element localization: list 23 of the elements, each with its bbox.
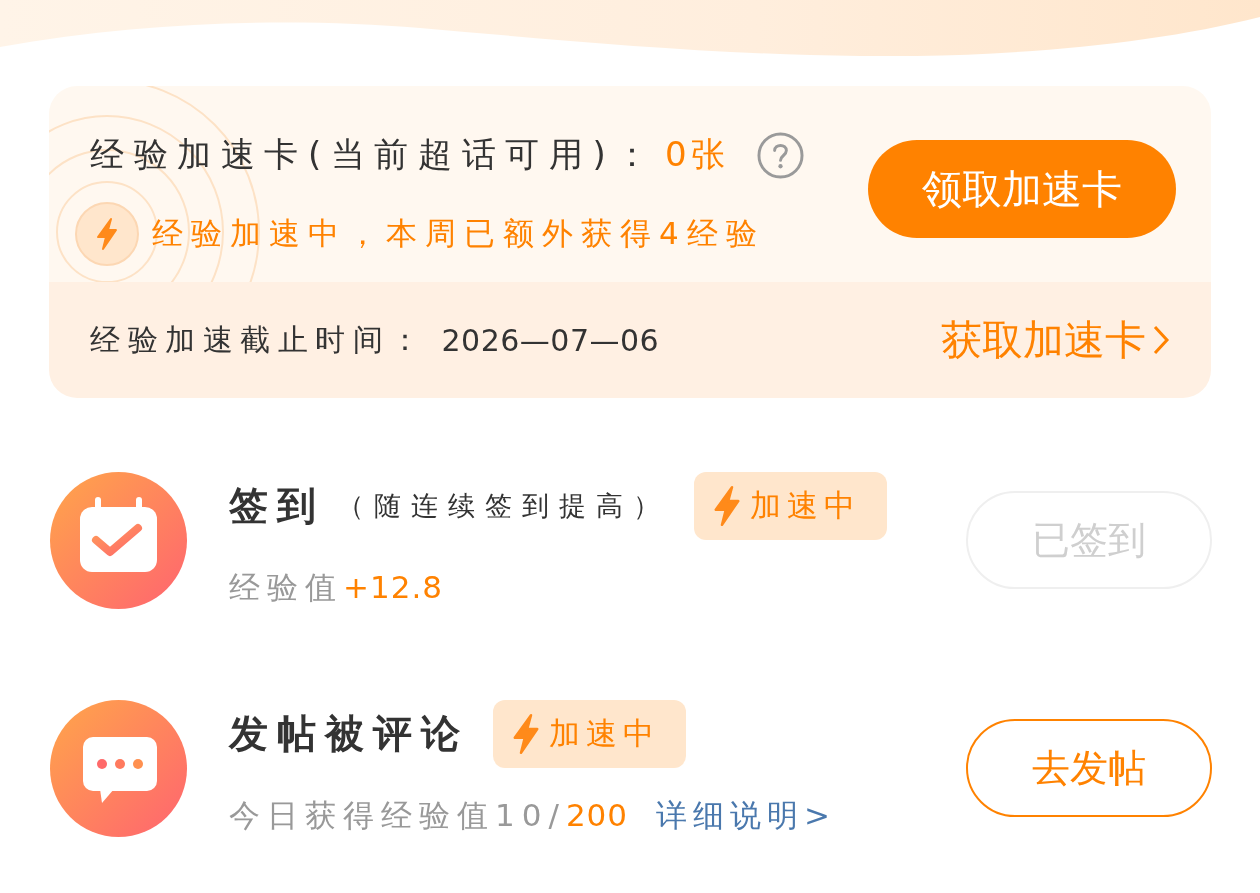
reward-text: 经验值+12.8 xyxy=(229,568,443,607)
task-title: 发帖被评论 xyxy=(229,710,469,758)
chevron-icon xyxy=(1152,324,1170,356)
reward-text: 今日获得经验值10/200 xyxy=(229,796,629,835)
get-card-link[interactable]: 获取加速卡 xyxy=(941,312,1170,368)
chat-bubble-icon xyxy=(50,699,187,837)
deadline-date: 2026—07—06 xyxy=(441,322,660,358)
boost-badge-label: 加速中 xyxy=(750,486,861,525)
boost-status: 经验加速中，本周已额外获得4经验 xyxy=(152,214,765,253)
lightning-icon xyxy=(511,712,541,756)
claim-card-button[interactable]: 领取加速卡 xyxy=(868,140,1176,238)
task-title: 签到 xyxy=(229,482,325,530)
lightning-icon xyxy=(712,484,742,528)
calendar-check-icon xyxy=(50,471,187,609)
details-link[interactable]: 详细说明> xyxy=(656,795,837,837)
card-title: 经验加速卡(当前超话可用)： xyxy=(90,133,659,176)
task-note: （随连续签到提高） xyxy=(337,489,670,523)
deadline-label: 经验加速截止时间： xyxy=(90,320,428,359)
lightning-icon xyxy=(75,202,139,266)
help-icon[interactable] xyxy=(756,131,804,179)
card-count: 0张 xyxy=(664,133,729,176)
boost-badge-label: 加速中 xyxy=(549,714,660,753)
task-action-button[interactable]: 去发帖 xyxy=(966,719,1212,817)
